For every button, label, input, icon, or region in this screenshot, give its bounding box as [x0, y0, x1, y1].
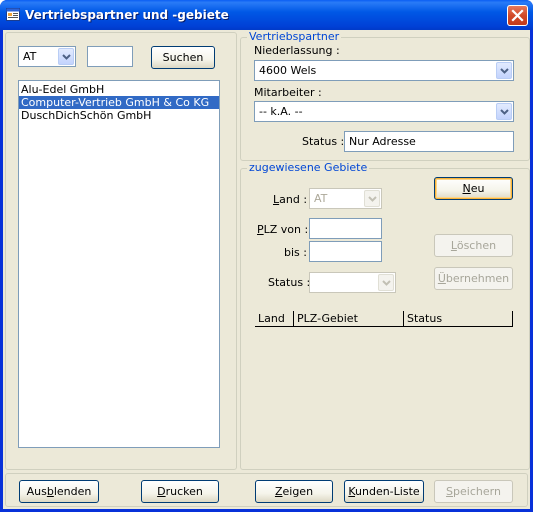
chevron-down-icon [381, 279, 391, 286]
drucken-button[interactable]: Drucken [141, 480, 219, 503]
list-item[interactable]: Computer-Vertrieb GmbH & Co KG [19, 96, 219, 109]
list-item[interactable]: Alu-Edel GmbH [19, 83, 219, 96]
mitarbeiter-select[interactable]: -- k.A. -- [254, 101, 514, 122]
dialog-body: AT Suchen Alu-Edel GmbH Computer-Vertrie… [3, 30, 530, 509]
gebiet-status-label: Status : [268, 276, 311, 289]
land-dropdown-button[interactable] [364, 190, 380, 207]
uebernehmen-button-label: Übernehmen [437, 272, 510, 285]
list-item[interactable]: DuschDichSchön GmbH [19, 109, 219, 122]
plz-von-label: PLZ von : [257, 223, 309, 236]
app-window: Vertriebspartner und -gebiete AT Suchen … [0, 0, 533, 512]
speichern-button[interactable]: Speichern [434, 480, 513, 503]
partner-status-field[interactable]: Nur Adresse [344, 131, 514, 152]
zeigen-button-label: Zeigen [274, 485, 314, 498]
land-label: Land : [273, 193, 308, 206]
drucken-button-label: Drucken [157, 485, 203, 498]
niederlassung-value: 4600 Wels [259, 64, 317, 77]
window-title: Vertriebspartner und -gebiete [25, 8, 229, 22]
mitarbeiter-dropdown-button[interactable] [496, 103, 512, 120]
column-header-land[interactable]: Land [255, 311, 293, 327]
search-button-label: Suchen [162, 51, 204, 64]
gebiete-table-header: Land PLZ-Gebiet Status [255, 311, 513, 327]
chevron-down-icon [499, 67, 509, 74]
search-button[interactable]: Suchen [151, 46, 215, 69]
close-button[interactable] [507, 5, 528, 26]
ausblenden-button-label: Ausblenden [26, 485, 92, 498]
title-bar[interactable]: Vertriebspartner und -gebiete [0, 0, 533, 30]
close-icon [511, 9, 524, 22]
mitarbeiter-label: Mitarbeiter : [254, 86, 322, 99]
column-header-plz-gebiet[interactable]: PLZ-Gebiet [294, 311, 403, 327]
partner-list[interactable]: Alu-Edel GmbH Computer-Vertrieb GmbH & C… [18, 80, 220, 448]
search-input[interactable] [87, 46, 133, 67]
gebiet-status-dropdown-button[interactable] [378, 274, 394, 291]
country-dropdown-button[interactable] [58, 48, 74, 65]
niederlassung-label: Niederlassung : [254, 44, 340, 57]
land-value: AT [314, 192, 328, 205]
plz-von-input[interactable] [309, 218, 382, 239]
vertriebspartner-group-title: Vertriebspartner [247, 30, 342, 43]
app-window-icon [6, 8, 20, 21]
loeschen-button-label: Löschen [450, 239, 497, 252]
land-select[interactable]: AT [309, 188, 382, 209]
uebernehmen-button[interactable]: Übernehmen [434, 267, 513, 290]
loeschen-button[interactable]: Löschen [434, 234, 513, 257]
kunden-liste-button-label: Kunden-Liste [348, 485, 420, 498]
niederlassung-dropdown-button[interactable] [496, 62, 512, 79]
gebiet-status-select[interactable] [309, 272, 396, 293]
chevron-down-icon [367, 195, 377, 202]
chevron-down-icon [499, 108, 509, 115]
column-divider[interactable] [512, 311, 513, 327]
country-select-value: AT [23, 50, 37, 63]
niederlassung-select[interactable]: 4600 Wels [254, 60, 514, 81]
kunden-liste-button[interactable]: Kunden-Liste [344, 480, 424, 503]
zeigen-button[interactable]: Zeigen [255, 480, 333, 503]
speichern-button-label: Speichern [446, 485, 501, 498]
country-select[interactable]: AT [18, 46, 76, 67]
partner-status-label: Status : [302, 135, 345, 148]
bis-label: bis : [284, 246, 307, 259]
bis-input[interactable] [309, 241, 382, 262]
ausblenden-button[interactable]: Ausblenden [19, 480, 99, 503]
neu-button-label: Neu [462, 182, 485, 195]
chevron-down-icon [61, 53, 71, 60]
gebiete-group-title: zugewiesene Gebiete [247, 161, 370, 174]
mitarbeiter-value: -- k.A. -- [259, 105, 303, 118]
column-header-status[interactable]: Status [404, 311, 512, 327]
neu-button[interactable]: Neu [434, 177, 513, 200]
